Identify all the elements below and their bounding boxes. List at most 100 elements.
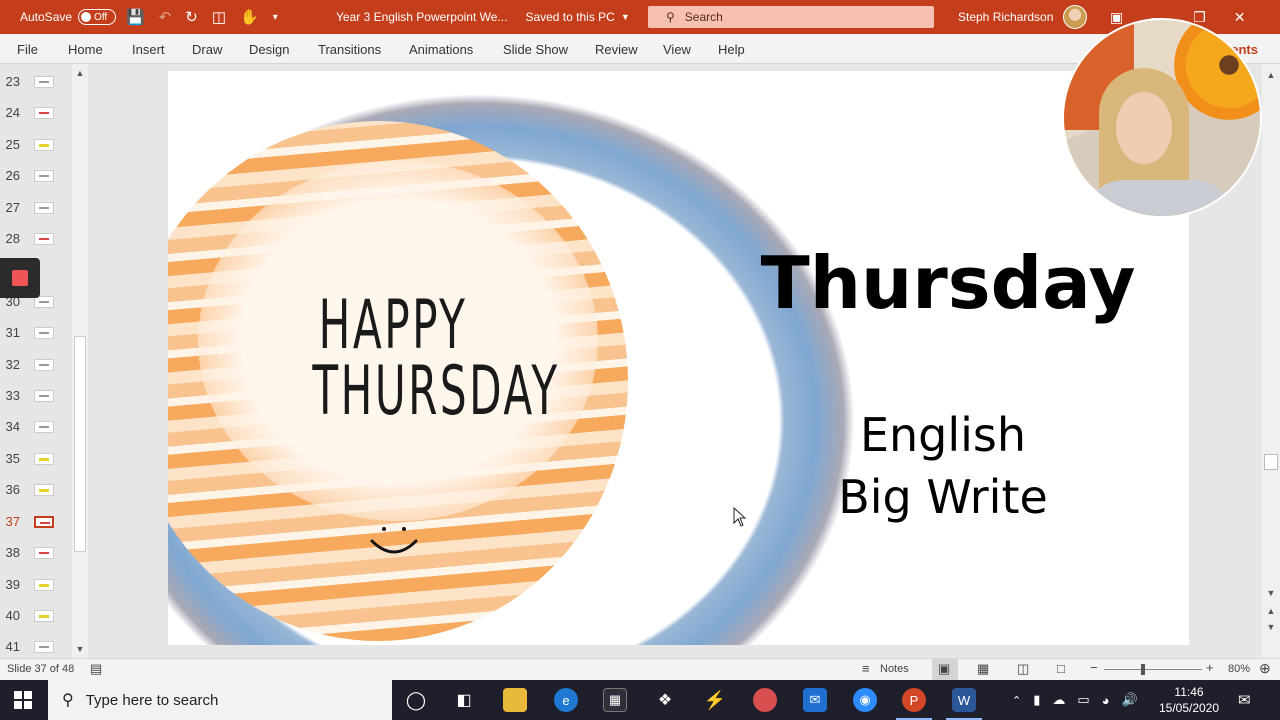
- powerpoint-icon[interactable]: P: [896, 688, 932, 720]
- tab-transitions[interactable]: Transitions: [318, 42, 381, 57]
- fit-slide-icon[interactable]: ⊕: [1259, 660, 1271, 677]
- task-view-icon[interactable]: ◧: [452, 688, 476, 712]
- cloud-icon[interactable]: ☁: [1052, 692, 1065, 708]
- word-icon[interactable]: W: [946, 688, 982, 720]
- document-name: Year 3 English Powerpoint We...: [336, 10, 508, 24]
- autosave-control[interactable]: AutoSave Off: [20, 0, 117, 34]
- slide-thumbnail[interactable]: 32: [0, 349, 70, 380]
- slide-counter: Slide 37 of 48: [7, 663, 75, 675]
- taskbar-search-placeholder: Type here to search: [85, 691, 219, 709]
- document-title[interactable]: Year 3 English Powerpoint We... Saved to…: [336, 0, 630, 34]
- tab-slide-show[interactable]: Slide Show: [503, 42, 568, 57]
- file-explorer-icon[interactable]: [503, 688, 527, 712]
- slideshow-view-icon[interactable]: □: [1057, 661, 1065, 676]
- zoom-in-icon[interactable]: +: [1206, 660, 1214, 675]
- search-box[interactable]: ⚲ Search: [648, 6, 934, 28]
- battery-icon[interactable]: ▭: [1077, 692, 1089, 708]
- present-icon[interactable]: ◫: [212, 8, 226, 26]
- slide-thumbnail[interactable]: 31: [0, 317, 70, 348]
- previous-slide-icon[interactable]: ▲: [1263, 606, 1279, 616]
- undo-icon[interactable]: ↶: [159, 8, 172, 26]
- cortana-icon[interactable]: ◯: [404, 688, 428, 712]
- tab-file[interactable]: File: [17, 42, 38, 57]
- tab-draw[interactable]: Draw: [192, 42, 222, 57]
- thumbnail-scroll-thumb[interactable]: [74, 336, 86, 552]
- happy-thursday-text: HAPPY THURSDAY: [312, 286, 560, 431]
- mail-icon[interactable]: ✉: [803, 688, 827, 712]
- zoom-slider[interactable]: [1104, 669, 1202, 670]
- app-bolt-icon[interactable]: ⚡: [703, 688, 727, 712]
- scroll-down-icon[interactable]: ▼: [1263, 588, 1279, 598]
- zoom-level[interactable]: 80%: [1228, 663, 1250, 675]
- tab-home[interactable]: Home: [68, 42, 103, 57]
- autosave-label: AutoSave: [20, 10, 73, 24]
- scroll-up-icon[interactable]: ▲: [72, 68, 88, 78]
- slide-scrollbar[interactable]: [1262, 64, 1280, 658]
- slide-canvas[interactable]: HAPPY THURSDAY Thursday English Big Writ…: [168, 71, 1189, 645]
- zoom-slider-handle[interactable]: [1141, 664, 1145, 675]
- slide-thumbnail[interactable]: 34: [0, 411, 70, 442]
- chevron-down-icon: ▼: [620, 12, 630, 22]
- scroll-down-icon[interactable]: ▼: [72, 644, 88, 654]
- show-hidden-icons-icon[interactable]: ⌃: [1012, 694, 1021, 707]
- tab-review[interactable]: Review: [595, 42, 638, 57]
- save-status: Saved to this PC: [525, 10, 615, 24]
- clock-time: 11:46: [1174, 685, 1204, 699]
- search-placeholder: Search: [684, 10, 723, 24]
- status-bar: Slide 37 of 48 ▤ ≡ Notes ▣ ▦ ◫ □ − + 80%…: [0, 658, 1280, 680]
- slide-title: Thursday: [760, 241, 1136, 325]
- tab-help[interactable]: Help: [718, 42, 745, 57]
- slide-thumbnail[interactable]: 39: [0, 569, 70, 600]
- autosave-toggle[interactable]: Off: [78, 9, 117, 25]
- reading-view-icon[interactable]: ◫: [1017, 661, 1029, 677]
- slide-subtitle: English Big Write: [838, 408, 1048, 524]
- slide-thumbnail[interactable]: 28: [0, 223, 70, 254]
- zoom-app-icon[interactable]: ◉: [853, 688, 877, 712]
- slide-thumbnail[interactable]: 33: [0, 380, 70, 411]
- dropbox-icon[interactable]: ❖: [653, 688, 677, 712]
- tab-animations[interactable]: Animations: [409, 42, 473, 57]
- touch-mode-icon[interactable]: ✋: [240, 8, 259, 26]
- webcam-overlay: [1062, 18, 1262, 218]
- notifications-icon[interactable]: ✉: [1238, 680, 1251, 720]
- microphone-icon[interactable]: ▮: [1033, 692, 1040, 708]
- edge-icon[interactable]: e: [554, 688, 578, 712]
- slide-thumbnail[interactable]: 24: [0, 97, 70, 128]
- slide-thumbnail[interactable]: 40: [0, 600, 70, 631]
- slide-thumbnail[interactable]: 23: [0, 66, 70, 97]
- search-icon: ⚲: [666, 10, 675, 24]
- save-icon[interactable]: 💾: [126, 8, 145, 26]
- slide-thumbnail[interactable]: 36: [0, 474, 70, 505]
- slide-thumbnail[interactable]: 25: [0, 129, 70, 160]
- tab-view[interactable]: View: [663, 42, 691, 57]
- store-icon[interactable]: ▦: [603, 688, 627, 712]
- taskbar-search[interactable]: ⚲ Type here to search: [48, 680, 392, 720]
- slide-scroll-thumb[interactable]: [1264, 454, 1278, 470]
- customize-qat-icon[interactable]: ▾: [273, 12, 278, 23]
- windows-start-icon[interactable]: [14, 691, 32, 709]
- redo-icon[interactable]: ↻: [185, 8, 198, 26]
- tab-design[interactable]: Design: [249, 42, 289, 57]
- normal-view-icon[interactable]: ▣: [938, 661, 950, 677]
- accessibility-icon[interactable]: ▤: [90, 661, 102, 677]
- wifi-icon[interactable]: ◕: [1102, 693, 1110, 708]
- search-icon: ⚲: [62, 692, 74, 709]
- record-button[interactable]: [0, 258, 40, 298]
- slide-thumbnail[interactable]: 26: [0, 160, 70, 191]
- app-globe-icon[interactable]: [753, 688, 777, 712]
- zoom-out-icon[interactable]: −: [1090, 660, 1098, 675]
- slide-thumbnail[interactable]: 38: [0, 537, 70, 568]
- slide-thumbnail[interactable]: 27: [0, 192, 70, 223]
- notes-button[interactable]: Notes: [880, 663, 909, 675]
- slide-sorter-icon[interactable]: ▦: [977, 661, 989, 677]
- next-slide-icon[interactable]: ▼: [1263, 622, 1279, 632]
- smiley-icon: [370, 527, 418, 554]
- mouse-cursor-icon: [733, 507, 747, 527]
- system-clock[interactable]: 11:46 15/05/2020: [1150, 684, 1228, 716]
- volume-icon[interactable]: 🔊: [1122, 692, 1138, 708]
- notes-icon[interactable]: ≡: [862, 661, 870, 676]
- slide-thumbnail[interactable]: 35: [0, 443, 70, 474]
- scroll-up-icon[interactable]: ▲: [1263, 70, 1279, 80]
- slide-thumbnail-active[interactable]: 37: [0, 506, 70, 537]
- tab-insert[interactable]: Insert: [132, 42, 165, 57]
